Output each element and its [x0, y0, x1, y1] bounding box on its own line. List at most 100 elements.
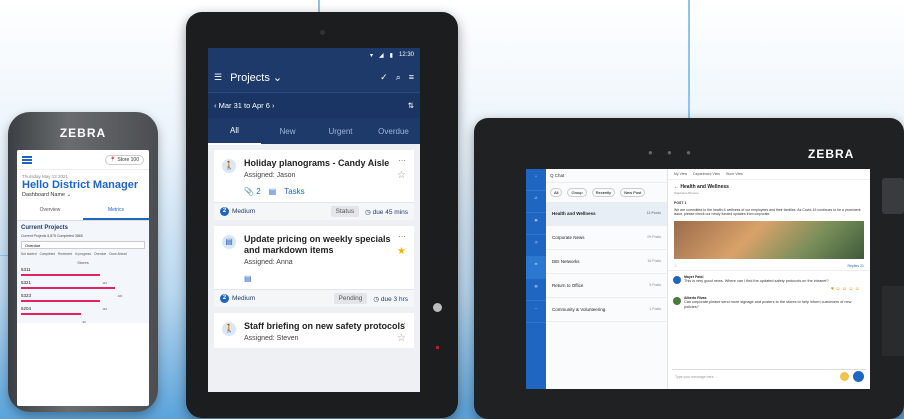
message-item: Mayer Patel This is very good news. Wher…: [668, 271, 870, 286]
card-attachments: 📎 2 ▤ Tasks: [244, 187, 406, 196]
project-card[interactable]: 🚶 Staff briefing on new safety protocols…: [214, 313, 414, 348]
sidebar-item-docs[interactable]: ▤: [526, 213, 546, 235]
project-card[interactable]: 🚶 Holiday planograms - Candy Aisle Assig…: [214, 150, 414, 220]
store-row[interactable]: 5204 90: [21, 306, 145, 324]
channel-count: 13 Posts: [646, 211, 661, 215]
phone-brand-logo: ZEBRA: [59, 126, 107, 140]
card-assigned: Assigned: Steven: [244, 335, 299, 342]
channel-name: Return to Office: [552, 283, 584, 288]
emoji-icon[interactable]: [840, 372, 849, 381]
tab-metrics[interactable]: Metrics: [83, 202, 149, 220]
store-row[interactable]: 5321 130: [21, 280, 145, 298]
card-footer: 2 Medium Status ◷ due 45 mins: [214, 202, 414, 220]
store-row-bar: 130: [21, 287, 122, 298]
tasks-icon[interactable]: ▤: [244, 274, 252, 283]
channel-name: Health and Wellness: [552, 211, 596, 216]
view-department[interactable]: Department View: [693, 172, 720, 176]
channel-name: Corporate News: [552, 235, 585, 240]
filter-select[interactable]: Overdue: [21, 241, 145, 249]
channel-item[interactable]: Health and Wellness 13 Posts: [546, 202, 667, 226]
channel-item[interactable]: Community & Volunteering 1 Posts: [546, 298, 667, 322]
filter-all[interactable]: All: [550, 188, 563, 197]
star-icon[interactable]: ☆: [397, 170, 406, 181]
avatar: [673, 296, 681, 305]
tab-all[interactable]: All: [208, 118, 261, 145]
current-projects-section: Current Projects Current Projects 5,875 …: [17, 221, 149, 324]
star-icon[interactable]: ☆: [397, 333, 406, 344]
star-filled-icon[interactable]: ★: [397, 246, 406, 257]
channel-item[interactable]: Corporate News 09 Posts: [546, 226, 667, 250]
store-row-value: 110: [102, 281, 108, 285]
chevron-left-icon[interactable]: ‹: [214, 101, 217, 110]
sidebar-item-tasks[interactable]: ☑: [526, 191, 546, 213]
menu-icon[interactable]: ☰: [214, 72, 222, 83]
tab-overview[interactable]: Overview: [17, 202, 83, 220]
store-row-value: 130: [117, 294, 123, 298]
sidebar-item-analytics[interactable]: ▥: [526, 279, 546, 301]
channel-count: 09 Posts: [647, 235, 661, 239]
view-store[interactable]: Store View: [726, 172, 743, 176]
more-icon[interactable]: ⋯: [398, 319, 406, 328]
date-label: Thursday May 13 2021: [22, 174, 69, 179]
due-label: due 45 mins: [372, 208, 408, 216]
tasks-icon[interactable]: ▤: [269, 187, 277, 196]
store-row[interactable]: 5323 110: [21, 293, 145, 311]
store-row[interactable]: 5311 110: [21, 267, 145, 285]
tasks-label[interactable]: Tasks: [284, 187, 304, 196]
card-title: Staff briefing on new safety protocols: [244, 321, 406, 331]
store-row-label: 5204: [21, 306, 32, 311]
sidebar-item-schedule[interactable]: ◷: [526, 235, 546, 257]
priority-number: 2: [220, 207, 229, 216]
sort-icon[interactable]: ⇅: [408, 101, 414, 110]
send-button[interactable]: [853, 371, 864, 382]
legend-item: In progress: [75, 252, 91, 256]
store-row-bar: 110: [21, 300, 107, 311]
new-post-button[interactable]: New Post: [620, 188, 646, 197]
priority-badge: 2 Medium: [220, 207, 255, 216]
priority-badge: 2 Medium: [220, 294, 255, 303]
date-range-bar: ‹ Mar 31 to Apr 6 › ⇅: [208, 92, 420, 118]
attachment-icon[interactable]: 📎 2: [244, 187, 261, 196]
channel-item[interactable]: DEI Networks 16 Posts: [546, 250, 667, 274]
chevron-down-icon: ⌄: [66, 192, 72, 198]
page-title[interactable]: Projects ⌄: [230, 71, 372, 84]
side-button[interactable]: [433, 303, 442, 312]
filter-recently[interactable]: Recently: [591, 188, 616, 197]
camera-icon: ● ● ●: [648, 148, 697, 157]
legend-item: Done Ahead: [109, 252, 127, 256]
like-icon[interactable]: ♡: [674, 264, 677, 268]
menu-icon[interactable]: [22, 155, 32, 164]
message-item: Alberto Rivas Can corporate please send …: [668, 292, 870, 312]
post-title: Health and Wellness: [680, 184, 729, 190]
wifi-icon: ▾: [370, 52, 374, 59]
message-input[interactable]: Type your message here...: [672, 369, 866, 383]
tablet-device: ▾ ◢ ▮ 12:30 ☰ Projects ⌄ ✓ ⌕ ≡ ‹ Mar 31 …: [186, 12, 458, 418]
sidebar-item-more[interactable]: ⋯: [526, 301, 546, 323]
store-row-label: 5311: [21, 267, 31, 272]
status-badge: Pending: [333, 293, 368, 304]
dashboard-selector[interactable]: Dashboard Name ⌄: [17, 191, 149, 202]
channel-item[interactable]: Return to Office 9 Posts: [546, 274, 667, 298]
view-my[interactable]: My View: [674, 172, 687, 176]
search-icon[interactable]: ⌕: [396, 72, 401, 83]
tab-urgent[interactable]: Urgent: [314, 119, 367, 144]
store-row-bar: 110: [21, 274, 107, 285]
check-filter-icon[interactable]: ✓: [380, 72, 388, 83]
chevron-right-icon[interactable]: ›: [272, 101, 275, 110]
store-selector[interactable]: 📍 Store 100: [104, 154, 144, 165]
filter-group[interactable]: Group: [567, 188, 587, 197]
channel-count: 1 Posts: [649, 307, 661, 311]
project-card[interactable]: ▤ Update pricing on weekly specials and …: [214, 226, 414, 307]
indicator-light: [436, 346, 439, 349]
replies-link[interactable]: Replies 21: [847, 264, 864, 268]
sidebar-item-chat[interactable]: ✉: [526, 257, 546, 279]
view-toggle: My View Department View Store View: [668, 169, 870, 180]
tab-overdue[interactable]: Overdue: [367, 119, 420, 144]
more-icon[interactable]: ⋯: [398, 232, 406, 241]
date-range[interactable]: ‹ Mar 31 to Apr 6 ›: [214, 101, 274, 110]
project-tabs: All New Urgent Overdue: [208, 118, 420, 145]
filter-icon[interactable]: ≡: [409, 72, 414, 82]
sidebar-item-home[interactable]: ⌂: [526, 169, 546, 191]
tab-new[interactable]: New: [261, 119, 314, 144]
more-icon[interactable]: ⋯: [398, 156, 406, 165]
